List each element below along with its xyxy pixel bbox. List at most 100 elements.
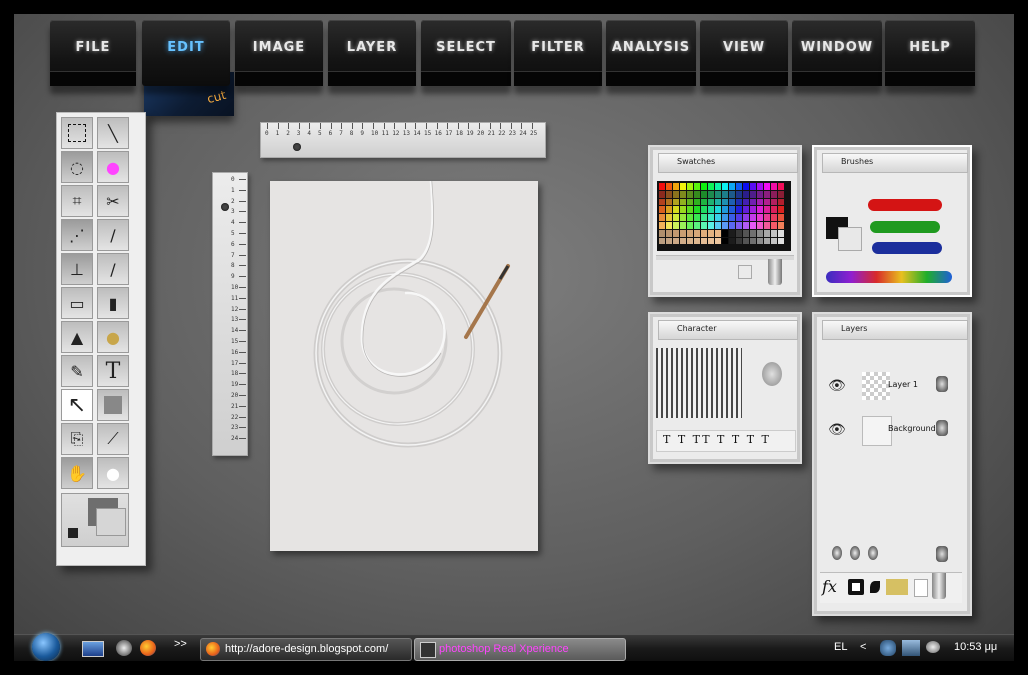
swatch-chip[interactable]: [708, 183, 714, 190]
start-orb-icon[interactable]: [32, 633, 60, 661]
move-tool[interactable]: ╲: [97, 117, 129, 149]
swatch-chip[interactable]: [736, 183, 742, 190]
swatch-chip[interactable]: [757, 190, 763, 198]
lock-icon[interactable]: [936, 420, 948, 436]
swatch-chip[interactable]: [764, 229, 770, 237]
swatch-chip[interactable]: [729, 237, 735, 245]
swatch-chip[interactable]: [708, 198, 714, 206]
swatch-chip[interactable]: [778, 206, 784, 214]
swatch-chip[interactable]: [757, 229, 763, 237]
swatch-chip[interactable]: [771, 198, 777, 206]
swatch-chip[interactable]: [701, 206, 707, 214]
lock-icon[interactable]: [936, 376, 948, 392]
swatch-chip[interactable]: [750, 206, 756, 214]
menu-view[interactable]: VIEW: [700, 20, 788, 86]
swatch-chip[interactable]: [701, 229, 707, 237]
swatch-chip[interactable]: [743, 190, 749, 198]
swatch-chip[interactable]: [750, 229, 756, 237]
brush-stroke-blue[interactable]: [872, 242, 942, 254]
swatch-chip[interactable]: [680, 237, 686, 245]
swatch-chip[interactable]: [729, 198, 735, 206]
swatch-chip[interactable]: [729, 206, 735, 214]
swatch-chip[interactable]: [729, 222, 735, 229]
swatch-chip[interactable]: [694, 198, 700, 206]
network-computer-icon[interactable]: [902, 640, 920, 656]
swatch-chip[interactable]: [757, 222, 763, 229]
swatch-chip[interactable]: [771, 222, 777, 229]
layers-tab[interactable]: Layers: [822, 320, 968, 340]
swatch-chip[interactable]: [687, 183, 693, 190]
swatch-chip[interactable]: [673, 237, 679, 245]
swatch-chip[interactable]: [701, 214, 707, 221]
swatch-chip[interactable]: [715, 237, 721, 245]
swatch-chip[interactable]: [750, 237, 756, 245]
swatch-chip[interactable]: [743, 183, 749, 190]
type-style-icons[interactable]: T T TT T T T T: [663, 433, 771, 446]
swatch-chip[interactable]: [666, 237, 672, 245]
glyph-grid[interactable]: [656, 348, 742, 418]
swatch-chip[interactable]: [715, 198, 721, 206]
swatch-chip[interactable]: [778, 183, 784, 190]
swatch-chip[interactable]: [778, 229, 784, 237]
swatch-chip[interactable]: [659, 237, 665, 245]
swatch-chip[interactable]: [715, 206, 721, 214]
swatch-chip[interactable]: [694, 190, 700, 198]
swatch-chip[interactable]: [729, 183, 735, 190]
swatch-chip[interactable]: [680, 190, 686, 198]
swatch-chip[interactable]: [764, 190, 770, 198]
swatch-chip[interactable]: [687, 237, 693, 245]
swatch-chip[interactable]: [743, 222, 749, 229]
swatch-chip[interactable]: [701, 198, 707, 206]
swatch-chip[interactable]: [722, 190, 728, 198]
swatch-chip[interactable]: [722, 206, 728, 214]
swatch-chip[interactable]: [659, 190, 665, 198]
gradient-tool[interactable]: ▮: [97, 287, 129, 319]
blur-tool[interactable]: ▲: [61, 321, 93, 353]
swatch-chip[interactable]: [722, 229, 728, 237]
swatch-chip[interactable]: [666, 198, 672, 206]
default-colors-icon[interactable]: [68, 528, 78, 538]
volume-icon[interactable]: [926, 641, 940, 653]
eye-icon[interactable]: 👁: [828, 378, 846, 394]
swatch-chip[interactable]: [736, 237, 742, 245]
character-tab[interactable]: Character: [658, 320, 798, 340]
swatch-chip[interactable]: [778, 222, 784, 229]
adjustment-icon[interactable]: [870, 581, 880, 593]
swatch-chip[interactable]: [701, 183, 707, 190]
swatch-chip[interactable]: [673, 214, 679, 221]
swatch-chip[interactable]: [750, 183, 756, 190]
swatch-chip[interactable]: [764, 198, 770, 206]
shape-tool[interactable]: [97, 389, 129, 421]
swatch-chip[interactable]: [750, 190, 756, 198]
swatch-chip[interactable]: [680, 206, 686, 214]
swatch-chip[interactable]: [687, 214, 693, 221]
swatch-chip[interactable]: [757, 214, 763, 221]
swatch-chip[interactable]: [764, 206, 770, 214]
swatch-chip[interactable]: [743, 198, 749, 206]
crop-tool[interactable]: ⌗: [61, 185, 93, 217]
media-player-icon[interactable]: [116, 640, 132, 656]
swatch-chip[interactable]: [708, 237, 714, 245]
link-icon[interactable]: [832, 546, 842, 560]
swatch-chip[interactable]: [757, 183, 763, 190]
swatch-chip[interactable]: [736, 190, 742, 198]
swatch-chip[interactable]: [771, 237, 777, 245]
swatch-chip[interactable]: [771, 229, 777, 237]
show-desktop-icon[interactable]: [82, 641, 104, 657]
background-color[interactable]: [96, 508, 126, 536]
eraser-tool[interactable]: ▭: [61, 287, 93, 319]
swatch-chip[interactable]: [708, 229, 714, 237]
swatch-chip[interactable]: [771, 214, 777, 221]
brush-stroke-red[interactable]: [868, 199, 942, 211]
clock[interactable]: 10:53 μμ: [954, 641, 997, 653]
network-users-icon[interactable]: [880, 640, 896, 656]
swatch-chip[interactable]: [771, 190, 777, 198]
swatch-chip[interactable]: [694, 214, 700, 221]
healing-tool[interactable]: ⋰: [61, 219, 93, 251]
swatch-chip[interactable]: [680, 198, 686, 206]
swatch-chip[interactable]: [757, 198, 763, 206]
firefox-icon[interactable]: [140, 640, 156, 656]
swatch-chip[interactable]: [778, 214, 784, 221]
swatch-chip[interactable]: [673, 206, 679, 214]
swatch-chip[interactable]: [673, 229, 679, 237]
